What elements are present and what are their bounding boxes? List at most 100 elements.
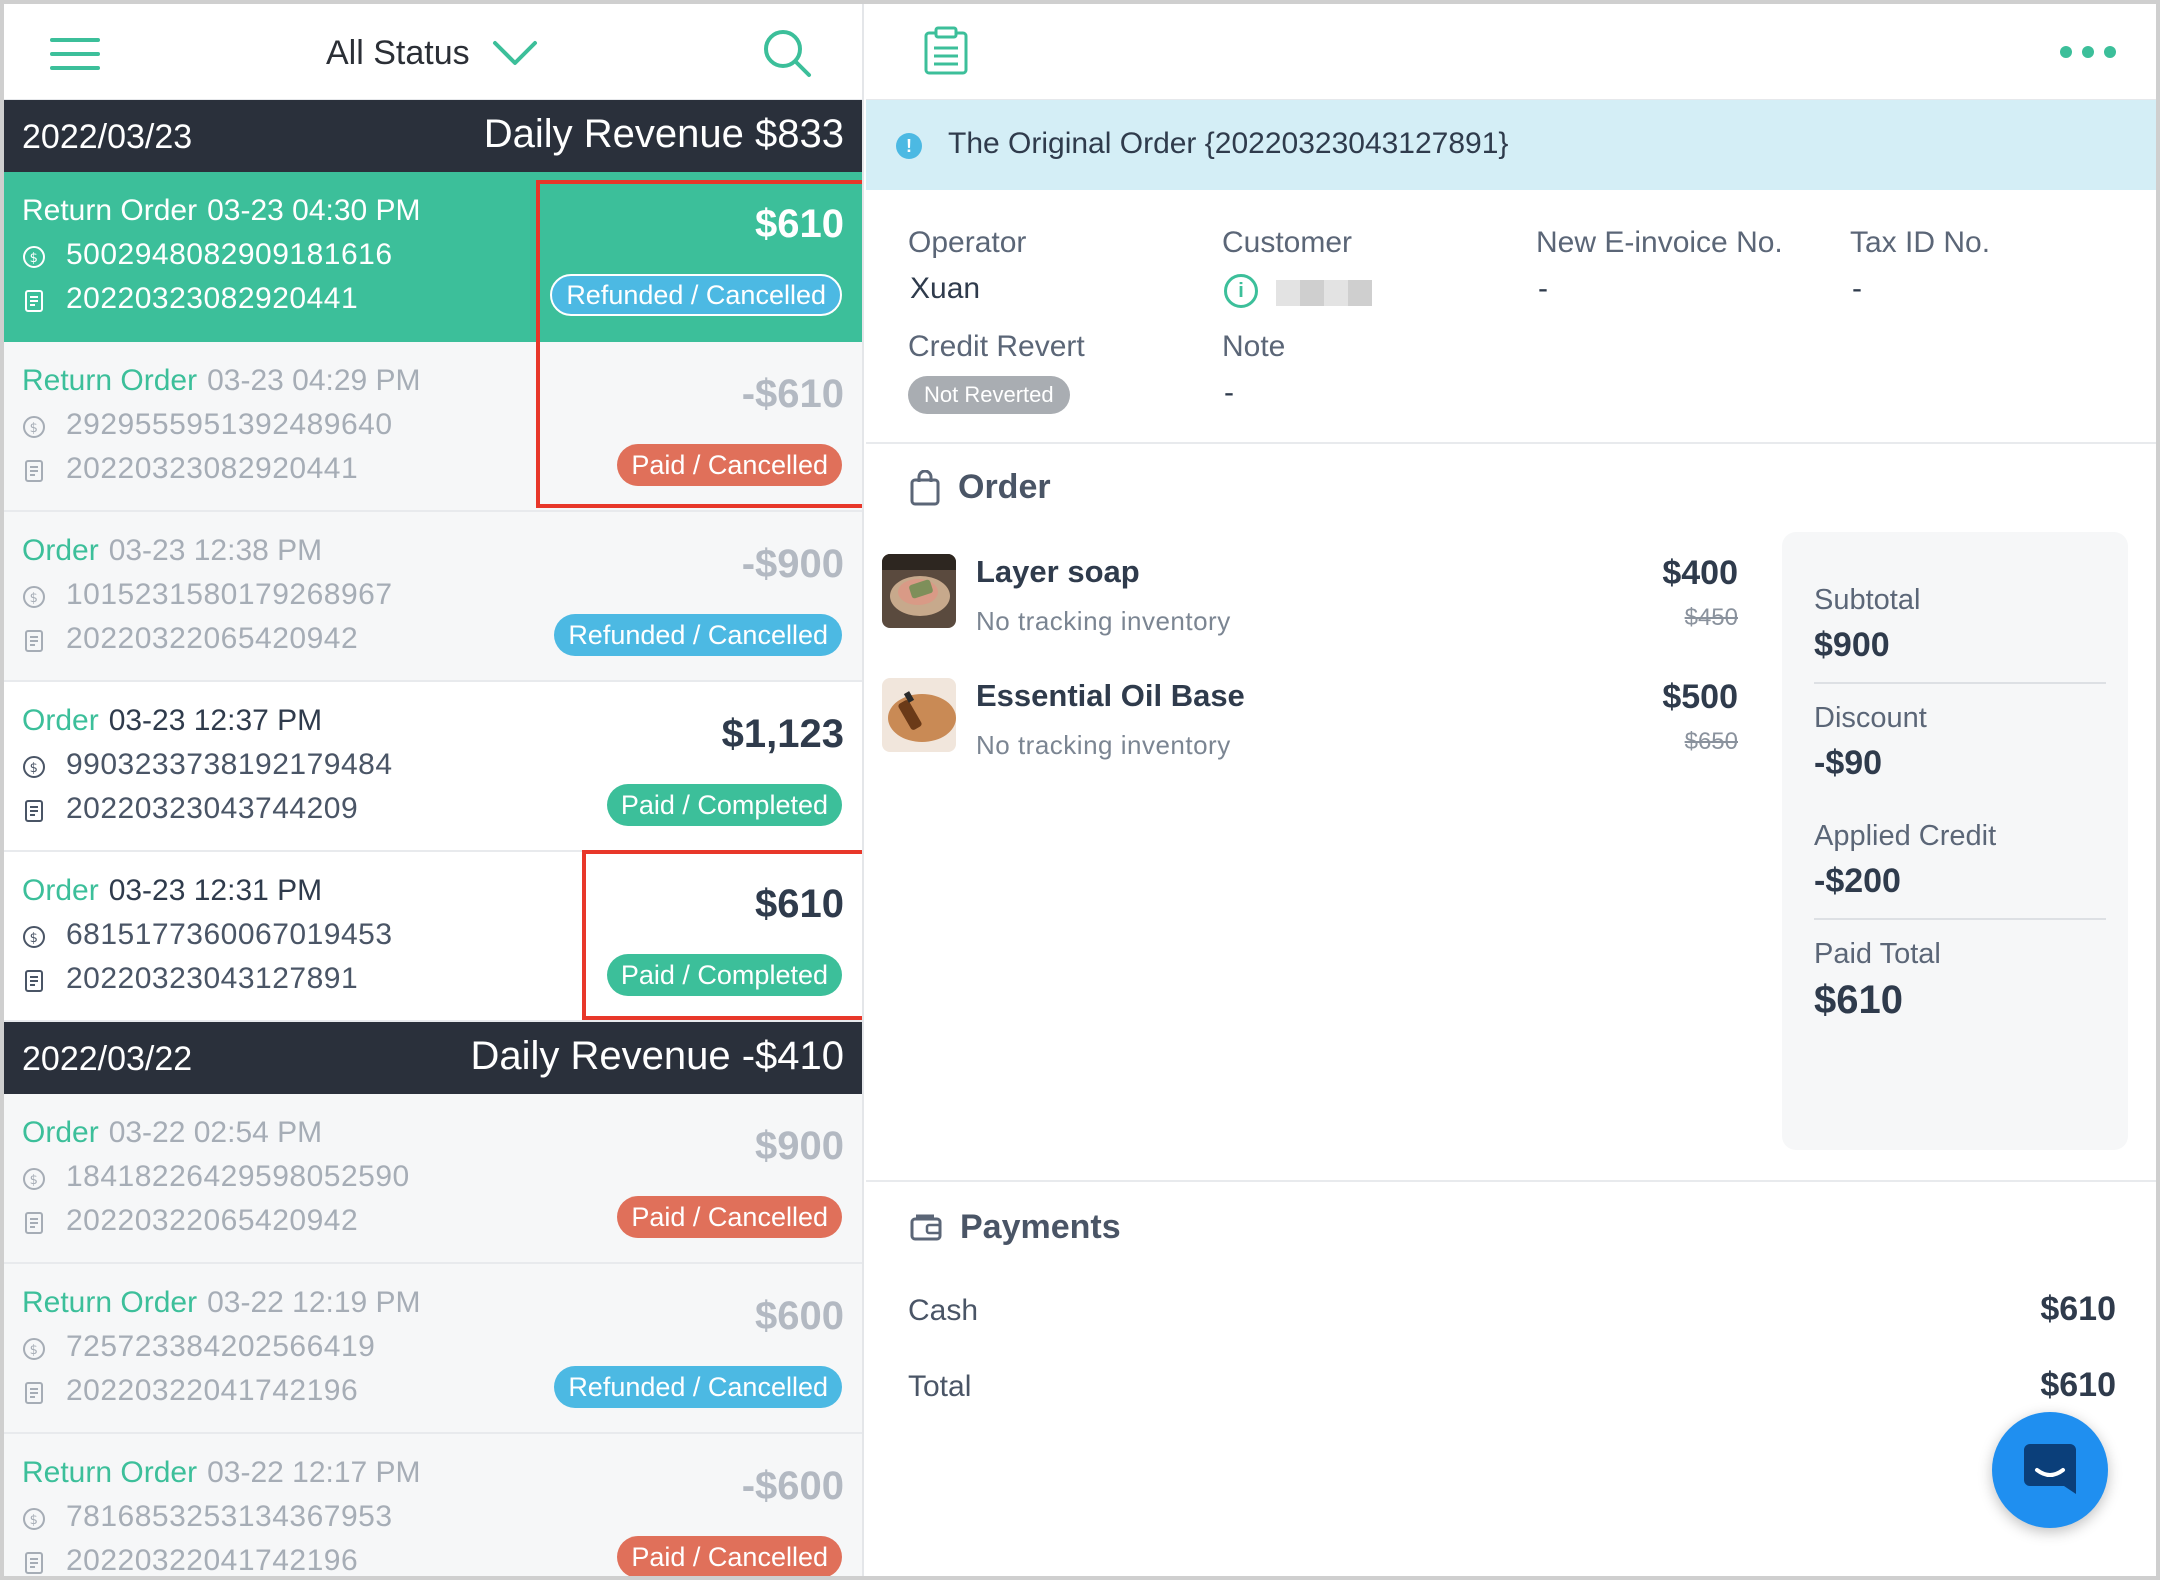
order-detail-pane: ! The Original Order {20220323043127891}… — [866, 4, 2156, 1576]
chat-bubble-icon — [2024, 1444, 2076, 1494]
dollar-coin-icon: $ — [22, 923, 46, 948]
dollar-coin-icon: $ — [22, 413, 46, 438]
divider — [866, 442, 2156, 444]
order-section-title: Order — [910, 468, 1051, 507]
order-number: 20220323082920441 — [66, 452, 359, 485]
einvoice-value: - — [1538, 272, 1548, 305]
payments-section-label: Payments — [960, 1208, 1121, 1246]
order-type: Order — [22, 1116, 99, 1149]
order-type-time: Order 03-23 12:37 PM — [22, 704, 322, 738]
day-date: 2022/03/22 — [22, 1040, 193, 1078]
item-inventory-note: No tracking inventory — [976, 606, 1231, 636]
order-section-label: Order — [958, 468, 1051, 506]
payment-number: 500294808290918​1616 — [66, 238, 393, 271]
discount-value: -$90 — [1814, 744, 1883, 782]
payment-number-row: $2929555951392489640 — [22, 408, 393, 442]
status-badge: Paid / Cancelled — [617, 1196, 842, 1238]
order-number: 20220322065420942 — [66, 622, 359, 655]
item-original-price: $650 — [1684, 728, 1738, 755]
order-time: 03-23 12:38 PM — [108, 534, 323, 567]
order-list-item[interactable]: Return Order 03-22 12:19 PM $7257233842025… — [4, 1264, 862, 1434]
note-value: - — [1224, 376, 1234, 409]
order-number: 20220322041742196 — [66, 1374, 359, 1407]
more-options-icon[interactable] — [2060, 42, 2116, 62]
order-summary-card: Subtotal $900 Discount -$90 Applied Cred… — [1782, 532, 2128, 1150]
applied-credit-value: -$200 — [1814, 862, 1901, 900]
payment-number: 7816853253134367953 — [66, 1500, 393, 1533]
svg-text:$: $ — [30, 931, 39, 946]
svg-text:$: $ — [30, 421, 39, 436]
order-type: Order — [22, 534, 99, 567]
product-thumbnail — [882, 554, 956, 628]
svg-text:$: $ — [30, 591, 39, 606]
receipt-icon — [22, 627, 46, 652]
paid-total-value: $610 — [1814, 978, 1903, 1022]
customer-info-icon[interactable]: i — [1224, 274, 1258, 308]
payments-section-title: Payments — [910, 1208, 1121, 1247]
order-amount: $900 — [755, 1124, 844, 1168]
order-time: 03-22 12:19 PM — [207, 1286, 421, 1319]
order-list-item[interactable]: Order 03-22 02:54 PM $1841822642959805259​… — [4, 1094, 862, 1264]
receipt-icon — [22, 1209, 46, 1234]
clipboard-icon[interactable] — [922, 26, 970, 76]
order-type: Return Order — [22, 1286, 198, 1319]
daily-revenue: Daily Revenue $833 — [483, 112, 844, 156]
payment-number-row: $500294808290918​1616 — [22, 238, 393, 272]
payment-total-value: $610 — [2040, 1366, 2116, 1404]
dollar-coin-icon: $ — [22, 1335, 46, 1360]
order-time: 03-23 04:29 PM — [207, 364, 421, 397]
order-list-item[interactable]: Order 03-23 12:37 PM $9903233738192179484 2… — [4, 682, 862, 852]
order-list-item[interactable]: Order 03-23 12:38 PM $1015231580179268967 2… — [4, 512, 862, 682]
credit-revert-label: Credit Revert — [908, 330, 1085, 363]
order-item[interactable]: Layer soap No tracking inventory $400 $4… — [882, 554, 1738, 664]
dollar-coin-icon: $ — [22, 583, 46, 608]
status-badge: Refunded / Cancelled — [554, 1366, 842, 1408]
order-amount: -$600 — [741, 1464, 844, 1508]
order-type-time: Return Order 03-23 04:30 PM — [22, 194, 421, 228]
device-frame: All Status 2022/03/23 Daily Revenue $833 R… — [0, 0, 2160, 1580]
order-type-time: Order 03-22 02:54 PM — [22, 1116, 322, 1150]
item-original-price: $450 — [1684, 604, 1738, 631]
day-header: 2022/03/23 Daily Revenue $833 — [4, 100, 862, 172]
order-item[interactable]: Essential Oil Base No tracking inventory… — [882, 678, 1738, 788]
hamburger-menu-icon[interactable] — [50, 38, 102, 72]
divider — [1814, 682, 2106, 684]
operator-label: Operator — [908, 226, 1027, 259]
taxid-value: - — [1852, 272, 1862, 305]
order-time: 03-23 12:37 PM — [108, 704, 323, 737]
payment-number: 725723384202566419 — [66, 1330, 376, 1363]
svg-text:$: $ — [30, 761, 39, 776]
item-name: Layer soap — [976, 554, 1140, 589]
search-icon[interactable] — [760, 26, 814, 80]
order-number-row: 20220323043127891 — [22, 962, 358, 996]
order-number-row: 20220322065420942 — [22, 622, 358, 656]
status-filter-dropdown[interactable]: All Status — [326, 26, 538, 80]
order-number: 20220322065420942 — [66, 1204, 359, 1237]
taxid-label: Tax ID No. — [1850, 226, 1991, 259]
receipt-icon — [22, 287, 46, 312]
paid-total-label: Paid Total — [1814, 938, 1941, 970]
order-time: 03-23 04:30 PM — [207, 194, 421, 227]
order-type: Order — [22, 874, 99, 907]
divider — [1814, 918, 2106, 920]
order-type-time: Return Order 03-23 04:29 PM — [22, 364, 421, 398]
dollar-coin-icon: $ — [22, 1165, 46, 1190]
subtotal-label: Subtotal — [1814, 584, 1921, 616]
order-list-item[interactable]: Return Order 03-22 12:17 PM $7816853253134… — [4, 1434, 862, 1576]
status-filter-label: All Status — [326, 33, 470, 72]
daily-revenue: Daily Revenue -$410 — [470, 1034, 844, 1078]
order-number-row: 20220322041742196 — [22, 1374, 358, 1408]
payment-number-row: $6815177360067019453 — [22, 918, 393, 952]
product-thumbnail — [882, 678, 956, 752]
payment-number-row: $725723384202566419 — [22, 1330, 375, 1364]
order-type-time: Order 03-23 12:38 PM — [22, 534, 322, 568]
payment-total-label: Total — [908, 1370, 972, 1403]
app-screen: All Status 2022/03/23 Daily Revenue $833 R… — [4, 4, 2156, 1576]
item-name: Essential Oil Base — [976, 678, 1245, 713]
chat-support-button[interactable] — [1992, 1412, 2108, 1528]
original-order-banner[interactable]: ! The Original Order {20220323043127891} — [866, 100, 2156, 190]
payment-number-row: $1841822642959805259​0 — [22, 1160, 410, 1194]
order-number: 20220322041742196 — [66, 1544, 359, 1576]
order-amount: -$900 — [741, 542, 844, 586]
day-date: 2022/03/23 — [22, 118, 193, 156]
